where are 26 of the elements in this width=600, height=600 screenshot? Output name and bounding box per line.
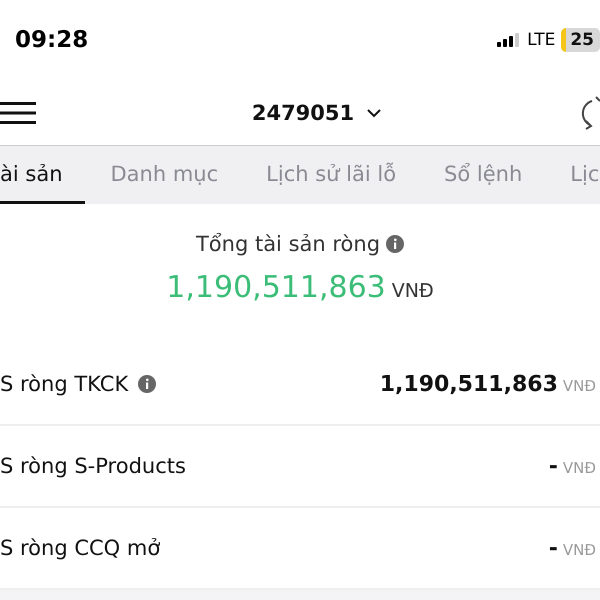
- info-icon[interactable]: [138, 375, 156, 393]
- row-label: S ròng TKCK: [0, 372, 128, 396]
- tab[interactable]: ài sản: [0, 146, 84, 204]
- tab[interactable]: Danh mục: [88, 146, 240, 204]
- status-time: 09:28: [15, 27, 88, 53]
- signal-icon: [497, 33, 522, 47]
- menu-icon[interactable]: [0, 100, 36, 124]
- info-icon[interactable]: [386, 235, 404, 253]
- row-label: S ròng CCQ mở: [0, 536, 160, 560]
- account-selector[interactable]: 2479051: [252, 100, 382, 124]
- currency-label: VNĐ: [562, 376, 596, 394]
- row-label: S ròng S-Products: [0, 454, 186, 478]
- currency-label: VNĐ: [562, 540, 596, 558]
- row-value: -: [548, 454, 558, 478]
- currency-label: VNĐ: [562, 458, 596, 476]
- currency-label: VNĐ: [392, 280, 434, 302]
- tab[interactable]: Lịc: [548, 146, 600, 204]
- battery-indicator: 25: [561, 28, 600, 52]
- network-label: LTE: [527, 30, 556, 50]
- tab[interactable]: Sổ lệnh: [422, 146, 544, 204]
- total-amount: 1,190,511,863: [166, 270, 386, 305]
- row-value: 1,190,511,863: [380, 372, 558, 396]
- summary-title: Tổng tài sản ròng: [196, 232, 380, 256]
- row-value: -: [548, 536, 558, 560]
- tab[interactable]: Lịch sử lãi lỗ: [244, 146, 418, 204]
- chevron-down-icon: [366, 108, 382, 118]
